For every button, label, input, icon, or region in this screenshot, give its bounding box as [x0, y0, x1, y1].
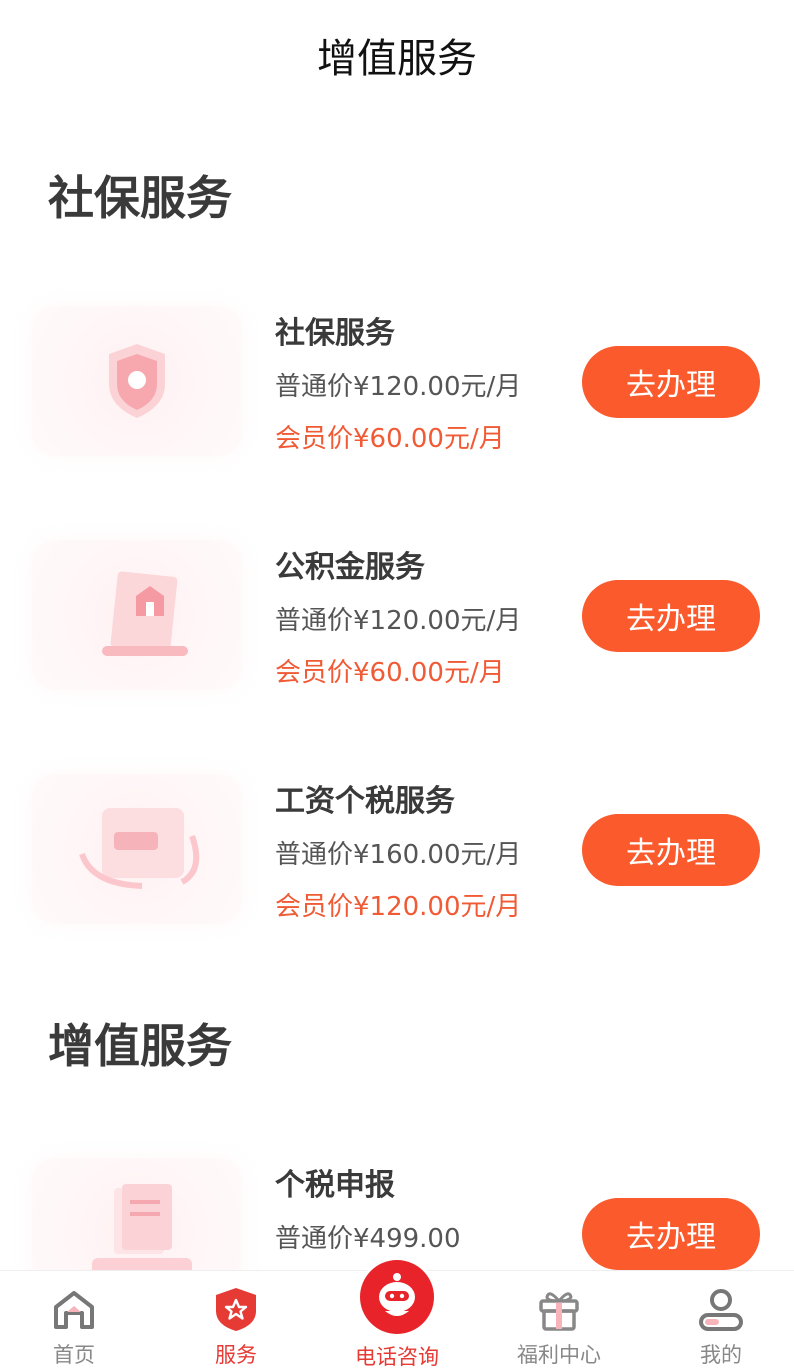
tab-welfare-center[interactable]: 福利中心	[480, 1271, 638, 1371]
normal-price: 普通价¥120.00元/月	[275, 372, 522, 402]
service-name: 工资个税服务	[275, 784, 455, 819]
service-shield-icon	[216, 1288, 256, 1331]
bottom-tab-bar: 首页 服务 电话咨询 福利中心 我的	[0, 1257, 794, 1371]
member-price: 会员价¥60.00元/月	[275, 424, 505, 454]
phone-consult-button[interactable]	[357, 1257, 437, 1337]
handle-button[interactable]: 去办理	[582, 814, 760, 886]
member-price: 会员价¥60.00元/月	[275, 658, 505, 688]
house-scroll-icon	[102, 571, 188, 656]
service-thumbnail	[32, 1158, 242, 1270]
section-heading-value-added: 增值服务	[48, 1019, 232, 1073]
service-card-social-security: 社保服务 普通价¥120.00元/月 会员价¥60.00元/月 去办理	[0, 306, 794, 466]
service-card-salary-tax: 工资个税服务 普通价¥160.00元/月 会员价¥120.00元/月 去办理	[0, 774, 794, 934]
robot-icon	[360, 1260, 434, 1334]
wallet-icon	[79, 808, 200, 889]
tab-label: 服务	[215, 1343, 257, 1367]
service-name: 公积金服务	[275, 550, 425, 585]
tab-label: 福利中心	[517, 1343, 601, 1367]
member-price: 会员价¥120.00元/月	[275, 892, 522, 922]
handle-button[interactable]: 去办理	[582, 580, 760, 652]
service-list: 社保服务 社保服务 普通价¥120.00元/月 会员价¥60.00元/月 去办理…	[0, 110, 794, 1270]
home-icon	[54, 1291, 94, 1329]
normal-price: 普通价¥120.00元/月	[275, 606, 522, 636]
document-icon	[92, 1184, 192, 1270]
section-heading-social-security: 社保服务	[48, 171, 232, 225]
service-name: 社保服务	[275, 316, 395, 351]
service-card-housing-fund: 公积金服务 普通价¥120.00元/月 会员价¥60.00元/月 去办理	[0, 540, 794, 700]
gift-icon	[539, 1292, 579, 1331]
page-title: 增值服务	[317, 36, 477, 82]
service-card-tax-declaration: 个税申报 普通价¥499.00 去办理	[0, 1158, 794, 1270]
tab-home[interactable]: 首页	[0, 1271, 153, 1371]
service-thumbnail	[32, 774, 242, 924]
service-thumbnail	[32, 540, 242, 690]
tab-label: 首页	[53, 1343, 95, 1367]
tab-service[interactable]: 服务	[157, 1271, 315, 1371]
tab-label: 我的	[700, 1343, 742, 1367]
handle-button[interactable]: 去办理	[582, 346, 760, 418]
service-thumbnail	[32, 306, 242, 456]
normal-price: 普通价¥160.00元/月	[275, 840, 522, 870]
tab-mine[interactable]: 我的	[642, 1271, 794, 1371]
shield-icon	[109, 344, 165, 418]
user-icon	[699, 1289, 743, 1331]
tab-label: 电话咨询	[355, 1345, 439, 1369]
service-name: 个税申报	[275, 1168, 395, 1203]
handle-button[interactable]: 去办理	[582, 1198, 760, 1270]
normal-price: 普通价¥499.00	[275, 1224, 461, 1254]
tab-phone-consult[interactable]: 电话咨询	[318, 1257, 476, 1371]
